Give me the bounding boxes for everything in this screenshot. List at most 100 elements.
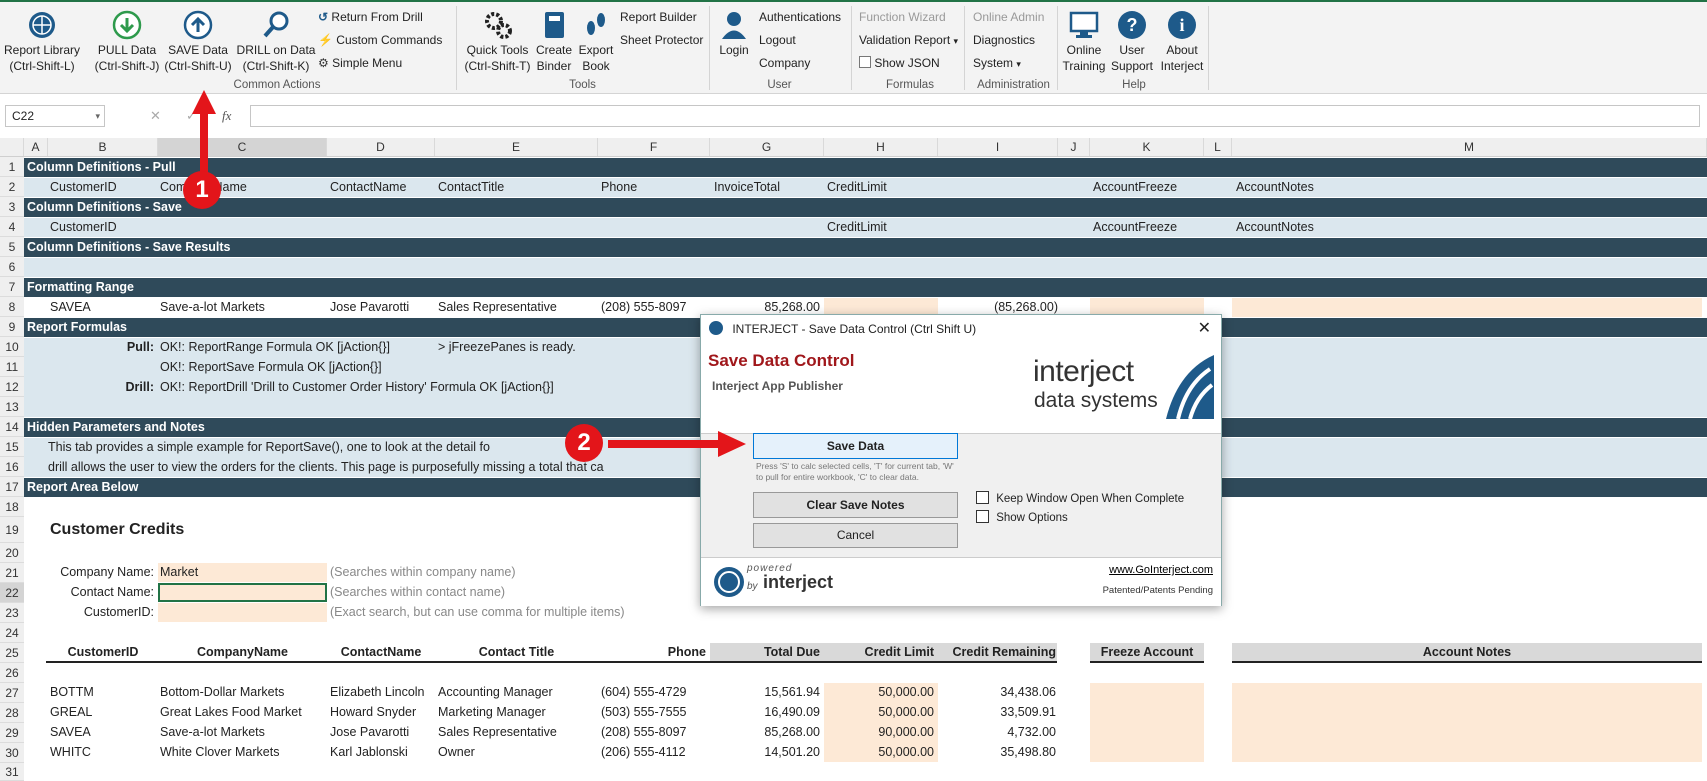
quick-tools-button[interactable]: Quick Tools (Ctrl-Shift-T) xyxy=(460,6,535,74)
note-text[interactable]: This tab provides a simple example for R… xyxy=(48,438,490,457)
cell-customerid[interactable]: WHITC xyxy=(50,743,91,762)
cell-total-due[interactable]: 16,490.09 xyxy=(710,703,820,722)
return-from-drill-button[interactable]: ↺ Return From Drill xyxy=(318,9,423,25)
row-header[interactable]: 29 xyxy=(0,723,24,743)
column-header[interactable]: A xyxy=(24,138,48,156)
cell-title[interactable]: Sales Representative xyxy=(438,723,557,742)
system-dropdown[interactable]: System ▾ xyxy=(973,55,1021,72)
save-data-button[interactable]: SAVE Data (Ctrl-Shift-U) xyxy=(163,6,233,74)
cell-phone[interactable]: (503) 555-7555 xyxy=(601,703,686,722)
row-header[interactable]: 26 xyxy=(0,663,24,683)
drill-status[interactable]: OK!: ReportDrill 'Drill to Customer Orde… xyxy=(160,378,554,397)
export-book-button[interactable]: Export Book xyxy=(576,6,616,74)
simple-menu-button[interactable]: ⚙ Simple Menu xyxy=(318,55,402,71)
row-header[interactable]: 10 xyxy=(0,337,24,357)
row-header[interactable]: 22 xyxy=(0,583,24,603)
def-cell[interactable]: Phone xyxy=(601,178,637,197)
keep-window-open-checkbox[interactable]: Keep Window Open When Complete xyxy=(976,491,1184,505)
select-all-corner[interactable] xyxy=(0,138,24,156)
row-header[interactable]: 12 xyxy=(0,377,24,397)
cell-company[interactable]: White Clover Markets xyxy=(160,743,279,762)
cell-contact[interactable]: Elizabeth Lincoln xyxy=(330,683,425,702)
def-cell[interactable]: CustomerID xyxy=(50,178,117,197)
cell-total-due[interactable]: 15,561.94 xyxy=(710,683,820,702)
cell-title[interactable]: Accounting Manager xyxy=(438,683,553,702)
close-icon[interactable]: ✕ xyxy=(1198,315,1211,343)
row-header[interactable]: 14 xyxy=(0,417,24,437)
table-header[interactable]: Contact Title xyxy=(435,643,598,662)
note-text[interactable]: drill allows the user to view the orders… xyxy=(48,458,604,477)
row-header[interactable]: 31 xyxy=(0,763,24,781)
row-header[interactable]: 4 xyxy=(0,217,24,237)
def-cell[interactable]: AccountNotes xyxy=(1236,178,1314,197)
cell-company[interactable]: Great Lakes Food Market xyxy=(160,703,302,722)
row-header[interactable]: 20 xyxy=(0,543,24,563)
cell-total-due[interactable]: 85,268.00 xyxy=(710,723,820,742)
cancel-icon[interactable]: ✕ xyxy=(150,108,161,124)
authentications-button[interactable]: Authentications xyxy=(759,9,841,25)
column-header[interactable]: J xyxy=(1058,138,1090,156)
format-cell[interactable]: Sales Representative xyxy=(438,298,557,317)
save-status[interactable]: OK!: ReportSave Formula OK [jAction{}] xyxy=(160,358,382,377)
clear-save-notes-button[interactable]: Clear Save Notes xyxy=(753,492,958,518)
dialog-cancel-button[interactable]: Cancel xyxy=(753,523,958,548)
def-cell[interactable]: CreditLimit xyxy=(827,218,887,237)
pull-data-button[interactable]: PULL Data (Ctrl-Shift-J) xyxy=(92,6,162,74)
row-header[interactable]: 18 xyxy=(0,497,24,517)
cell-phone[interactable]: (208) 555-8097 xyxy=(601,723,686,742)
def-cell[interactable]: CustomerID xyxy=(50,218,117,237)
column-header[interactable]: M xyxy=(1232,138,1707,156)
cell-total-due[interactable]: 14,501.20 xyxy=(710,743,820,762)
cell-credit-remaining[interactable]: 4,732.00 xyxy=(938,723,1056,742)
about-interject-button[interactable]: i About Interject xyxy=(1156,6,1208,74)
diagnostics-button[interactable]: Diagnostics xyxy=(973,32,1035,48)
row-header[interactable]: 19 xyxy=(0,517,24,543)
column-header[interactable]: B xyxy=(48,138,158,156)
row-header[interactable]: 30 xyxy=(0,743,24,763)
row-header[interactable]: 17 xyxy=(0,477,24,497)
custom-commands-button[interactable]: ⚡ Custom Commands xyxy=(318,32,442,48)
name-box[interactable]: C22 ▾ xyxy=(5,105,105,127)
format-cell[interactable]: (208) 555-8097 xyxy=(601,298,686,317)
function-wizard-button[interactable]: Function Wizard xyxy=(859,9,946,25)
row-header[interactable]: 3 xyxy=(0,197,24,217)
cell-customerid[interactable]: GREAL xyxy=(50,703,92,722)
table-header[interactable]: Credit Limit xyxy=(824,643,934,662)
row-header[interactable]: 23 xyxy=(0,603,24,623)
cell-customerid[interactable]: BOTTM xyxy=(50,683,94,702)
show-options-checkbox[interactable]: Show Options xyxy=(976,510,1068,524)
def-cell[interactable]: AccountFreeze xyxy=(1093,178,1177,197)
company-button[interactable]: Company xyxy=(759,55,810,71)
row-header[interactable]: 16 xyxy=(0,457,24,477)
dialog-save-data-button[interactable]: Save Data xyxy=(753,433,958,459)
column-header[interactable]: I xyxy=(938,138,1058,156)
row-header[interactable]: 7 xyxy=(0,277,24,297)
cell-credit-remaining[interactable]: 33,509.91 xyxy=(938,703,1056,722)
row-header[interactable]: 28 xyxy=(0,703,24,723)
contact-name-input[interactable] xyxy=(158,583,327,602)
table-header[interactable]: CustomerID xyxy=(48,643,158,662)
cell-credit-limit[interactable]: 50,000.00 xyxy=(824,703,934,722)
column-header[interactable]: H xyxy=(824,138,938,156)
report-library-button[interactable]: Report Library (Ctrl-Shift-L) xyxy=(2,6,82,74)
cell-contact[interactable]: Howard Snyder xyxy=(330,703,416,722)
report-builder-button[interactable]: Report Builder xyxy=(620,9,697,25)
row-header[interactable]: 21 xyxy=(0,563,24,583)
row-header[interactable]: 27 xyxy=(0,683,24,703)
cell-phone[interactable]: (604) 555-4729 xyxy=(601,683,686,702)
table-header[interactable]: Phone xyxy=(598,643,706,662)
row-header[interactable]: 11 xyxy=(0,357,24,377)
create-binder-button[interactable]: Create Binder xyxy=(533,6,575,74)
cell-company[interactable]: Bottom-Dollar Markets xyxy=(160,683,284,702)
column-header[interactable]: L xyxy=(1204,138,1232,156)
show-json-checkbox[interactable]: Show JSON xyxy=(859,55,940,71)
row-header[interactable]: 15 xyxy=(0,437,24,457)
row-header[interactable]: 9 xyxy=(0,317,24,337)
row-header[interactable]: 24 xyxy=(0,623,24,643)
column-header[interactable]: D xyxy=(327,138,435,156)
cell-title[interactable]: Marketing Manager xyxy=(438,703,546,722)
user-support-button[interactable]: ? User Support xyxy=(1108,6,1156,74)
cell-credit-limit[interactable]: 50,000.00 xyxy=(824,743,934,762)
cell-credit-limit[interactable]: 50,000.00 xyxy=(824,683,934,702)
def-cell[interactable]: CreditLimit xyxy=(827,178,887,197)
